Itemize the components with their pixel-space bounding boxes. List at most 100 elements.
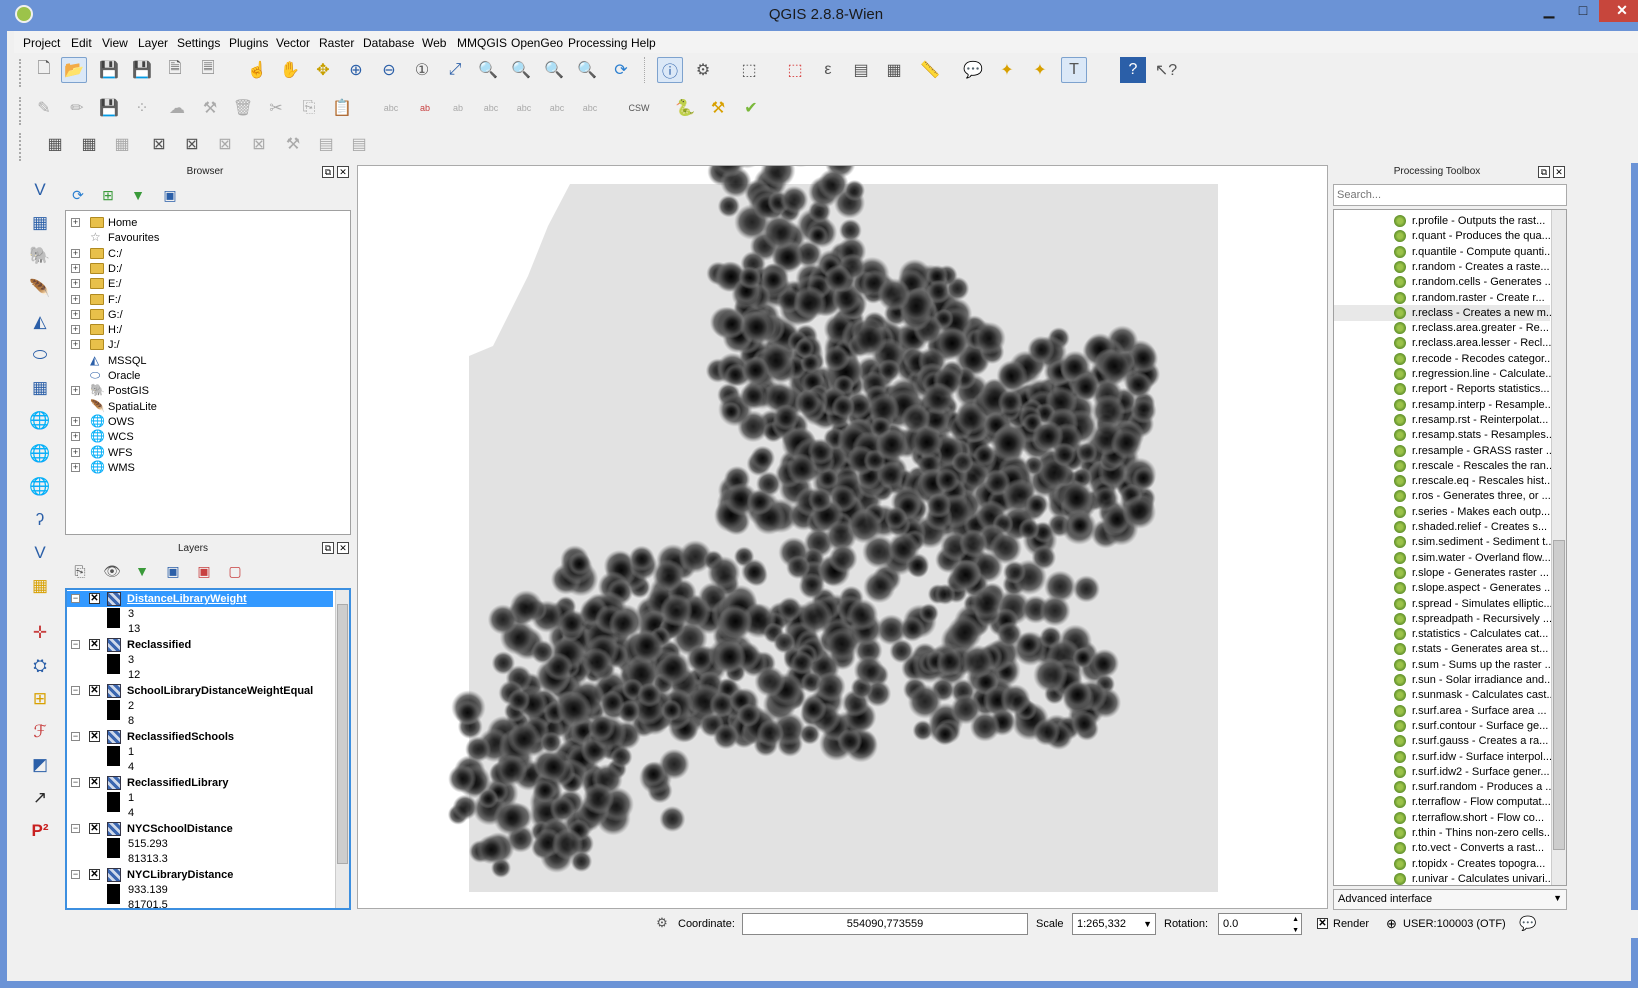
messages-icon[interactable]: ⚙ xyxy=(650,911,674,935)
browser-close-button[interactable]: ✕ xyxy=(337,166,349,178)
add-virtual-layer-icon[interactable]: ʔ xyxy=(26,506,54,534)
browser-item[interactable]: + D:/ xyxy=(66,261,350,277)
filter-legend-icon[interactable]: ▼ xyxy=(129,558,155,584)
expand-icon[interactable]: + xyxy=(71,325,80,335)
add-oracle-layer-icon[interactable]: ⬭ xyxy=(26,341,54,369)
attribute-table-icon[interactable]: ▤ xyxy=(848,57,874,83)
show-bookmarks-icon[interactable]: ✦ xyxy=(1027,57,1053,83)
browser-item[interactable]: + F:/ xyxy=(66,292,350,308)
algorithm-item[interactable]: r.profile - Outputs the rast... xyxy=(1334,213,1550,229)
collapse-icon[interactable]: − xyxy=(71,686,80,695)
pan-to-selection-icon[interactable]: ✥ xyxy=(310,57,336,83)
menu-web[interactable]: Web xyxy=(422,36,446,50)
menu-help[interactable]: Help xyxy=(631,36,656,50)
browser-filter-icon[interactable]: ▼ xyxy=(125,182,151,208)
map-tips-icon[interactable]: 💬 xyxy=(960,57,986,83)
touch-zoom-icon[interactable]: ☝ xyxy=(244,57,270,83)
algorithm-item[interactable]: r.shaded.relief - Creates s... xyxy=(1334,519,1550,535)
menu-view[interactable]: View xyxy=(102,36,128,50)
expand-icon[interactable]: + xyxy=(71,218,80,227)
node-tool-icon[interactable]: ⚒ xyxy=(197,95,223,121)
refresh-icon[interactable]: ⟳ xyxy=(608,57,634,83)
cut-features-icon[interactable]: ✂ xyxy=(263,95,289,121)
algorithm-item[interactable]: r.terraflow - Flow computat... xyxy=(1334,794,1551,810)
measure-line-icon[interactable]: 📏 xyxy=(917,57,943,83)
close-button[interactable]: ✕ xyxy=(1599,0,1638,22)
menu-mmqgis[interactable]: MMQGIS xyxy=(457,36,507,50)
algorithm-item[interactable]: r.rescale - Rescales the ran... xyxy=(1334,458,1555,474)
move-feature-icon[interactable]: ☁ xyxy=(164,95,190,121)
zoom-next-icon[interactable]: 🔍 xyxy=(574,57,600,83)
algorithm-item[interactable]: r.sum - Sums up the raster ... xyxy=(1334,657,1554,673)
algorithm-item[interactable]: r.thin - Thins non-zero cells... xyxy=(1334,825,1553,841)
vector-tool-5-icon[interactable]: ⚒ xyxy=(280,131,306,157)
menu-edit[interactable]: Edit xyxy=(71,36,92,50)
zoom-out-icon[interactable]: ⊖ xyxy=(376,57,402,83)
browser-item[interactable]: + J:/ xyxy=(66,337,350,353)
algorithm-item[interactable]: r.sunmask - Calculates cast... xyxy=(1334,687,1556,703)
layer-visibility-checkbox[interactable]: ✕ xyxy=(89,823,100,834)
vector-tool-4-icon[interactable]: ⊠ xyxy=(246,131,272,157)
algorithm-item[interactable]: r.surf.area - Surface area ... xyxy=(1334,703,1550,719)
layer-item[interactable]: − ✕ SchoolLibraryDistanceWeightEqual xyxy=(67,683,333,699)
expand-icon[interactable]: + xyxy=(71,294,80,304)
vector-tool-2-icon[interactable]: ⊠ xyxy=(179,131,205,157)
new-shapefile-icon[interactable]: V xyxy=(26,539,54,567)
paste-features-icon[interactable]: 📋 xyxy=(329,95,355,121)
algorithm-item[interactable]: r.slope.aspect - Generates ... xyxy=(1334,580,1553,596)
crs-icon[interactable]: ⊕ xyxy=(1386,916,1397,932)
map-canvas[interactable] xyxy=(357,165,1328,909)
algorithm-item[interactable]: r.sun - Solar irradiance and... xyxy=(1334,672,1553,688)
layer-visibility-checkbox[interactable]: ✕ xyxy=(89,869,100,880)
browser-item[interactable]: ⬭ Oracle xyxy=(66,368,350,384)
whats-this-icon[interactable]: ↖? xyxy=(1153,57,1179,83)
layer-item[interactable]: − ✕ ReclassifiedSchools xyxy=(67,729,333,745)
gps-tool-icon[interactable]: ⛭ xyxy=(26,652,54,680)
change-label-icon[interactable]: abc xyxy=(577,95,603,121)
show-hide-labels-icon[interactable]: abc xyxy=(478,95,504,121)
add-wfs-layer-icon[interactable]: 🌐 xyxy=(26,440,54,468)
coordinate-capture-icon[interactable]: ⊞ xyxy=(26,685,54,713)
expand-icon[interactable]: + xyxy=(71,309,80,319)
deselect-all-icon[interactable]: ⬚ xyxy=(782,57,808,83)
maximize-button[interactable]: □ xyxy=(1567,0,1599,22)
save-project-icon[interactable]: 💾 xyxy=(96,57,122,83)
algorithm-item[interactable]: r.sim.sediment - Sediment t... xyxy=(1334,534,1554,550)
browser-add-icon[interactable]: ⊞ xyxy=(95,182,121,208)
collapse-icon[interactable]: − xyxy=(71,778,80,787)
algorithm-item[interactable]: r.resample - GRASS raster ... xyxy=(1334,443,1555,459)
browser-item[interactable]: + 🌐 WCS xyxy=(66,429,350,445)
select-by-expression-icon[interactable]: ε xyxy=(815,57,841,83)
menu-processing[interactable]: Processing xyxy=(568,36,627,50)
algorithm-item[interactable]: r.sim.water - Overland flow... xyxy=(1334,550,1551,566)
algorithm-item[interactable]: r.surf.contour - Surface ge... xyxy=(1334,718,1550,734)
algorithm-item[interactable]: r.statistics - Calculates cat... xyxy=(1334,626,1550,642)
browser-item[interactable]: + H:/ xyxy=(66,322,350,338)
coordinate-field[interactable]: 554090,773559 xyxy=(742,913,1028,935)
p2-plugin-icon[interactable]: P² xyxy=(26,817,54,845)
add-feature-icon[interactable]: ⁘ xyxy=(129,95,155,121)
browser-item[interactable]: + G:/ xyxy=(66,307,350,323)
messages-log-icon[interactable]: 💬 xyxy=(1519,915,1536,932)
algorithm-item[interactable]: r.report - Reports statistics... xyxy=(1334,381,1550,397)
processing-search-input[interactable] xyxy=(1333,184,1567,206)
scrollbar-thumb[interactable] xyxy=(1553,540,1565,850)
expand-all-icon[interactable]: ▣ xyxy=(160,558,186,584)
expand-icon[interactable]: + xyxy=(71,447,80,457)
add-delimited-text-icon[interactable]: 🌐 xyxy=(26,473,54,501)
add-postgis-layer-icon[interactable]: 🐘 xyxy=(26,242,54,270)
browser-item[interactable]: ◭ MSSQL xyxy=(66,353,350,369)
python-console-icon[interactable]: 🐍 xyxy=(672,95,698,121)
layer-item[interactable]: − ✕ DistanceLibraryWeight xyxy=(67,591,333,607)
render-checkbox[interactable]: ✕ xyxy=(1317,918,1328,929)
zoom-selection-icon[interactable]: 🔍 xyxy=(475,57,501,83)
algorithm-item[interactable]: r.reclass - Creates a new m... xyxy=(1334,304,1555,321)
add-mssql-layer-icon[interactable]: ◭ xyxy=(26,308,54,336)
algorithm-item[interactable]: r.to.vect - Converts a rast... xyxy=(1334,840,1550,856)
rotation-spinbox[interactable]: 0.0 ▲ ▼ xyxy=(1218,913,1302,935)
interpolation-icon[interactable]: ◩ xyxy=(26,751,54,779)
collapse-icon[interactable]: − xyxy=(71,732,80,741)
add-wms-layer-icon[interactable]: ▦ xyxy=(26,374,54,402)
layer-visibility-checkbox[interactable]: ✕ xyxy=(89,639,100,650)
toggle-editing-icon[interactable]: ✏ xyxy=(64,95,90,121)
